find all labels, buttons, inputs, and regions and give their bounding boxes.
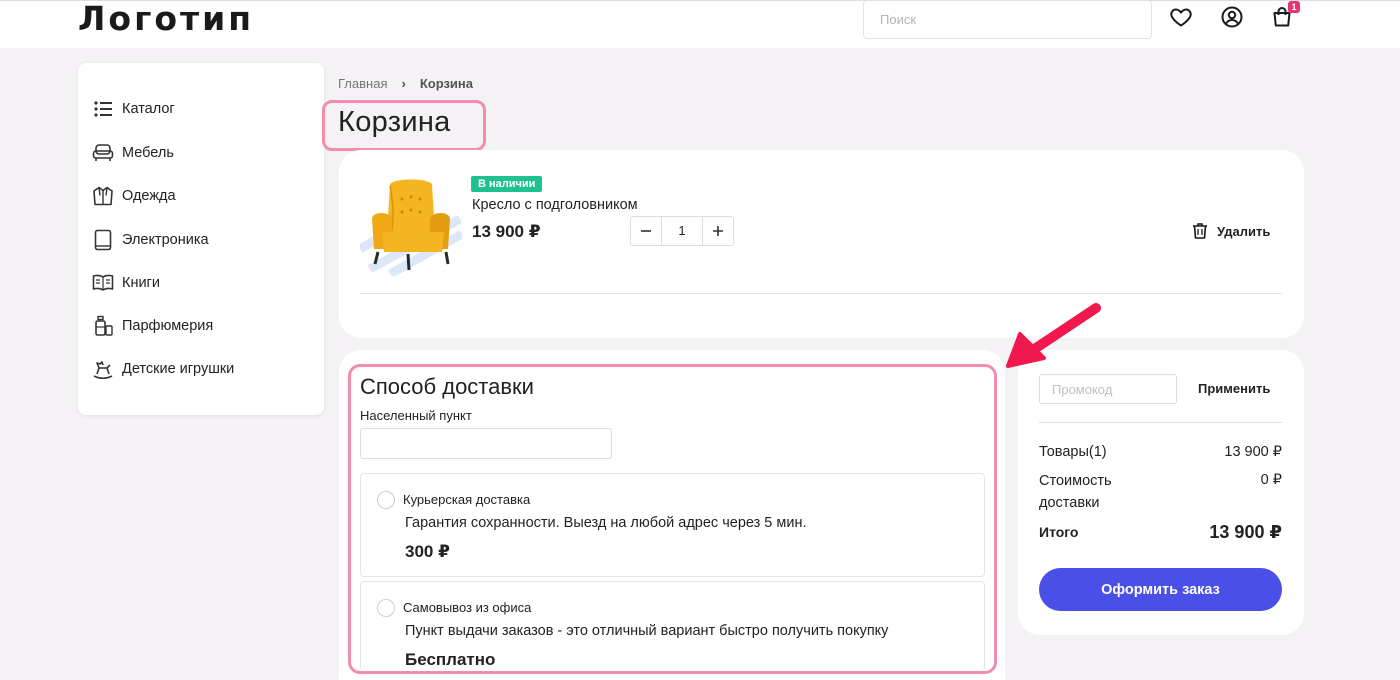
sidebar-item-label: Парфюмерия bbox=[122, 318, 214, 334]
delete-label: Удалить bbox=[1217, 223, 1271, 239]
header: Логотип 1 bbox=[0, 0, 1400, 48]
option-name: Курьерская доставка bbox=[403, 492, 531, 507]
delivery-option-courier[interactable]: Курьерская доставка Гарантия сохранности… bbox=[360, 473, 985, 577]
category-sidebar: Каталог Мебель Одежда Электроника Книги bbox=[78, 63, 324, 415]
delete-item-button[interactable]: Удалить bbox=[1191, 222, 1270, 240]
product-image[interactable] bbox=[360, 174, 462, 276]
sidebar-item-clothing[interactable]: Одежда bbox=[92, 182, 176, 210]
breadcrumb-current: Корзина bbox=[419, 76, 474, 91]
heart-icon[interactable] bbox=[1169, 5, 1193, 29]
sidebar-item-kids-toys[interactable]: Детские игрушки bbox=[92, 355, 234, 383]
sidebar-item-label: Детские игрушки bbox=[122, 361, 235, 377]
page-title: Корзина bbox=[338, 106, 451, 138]
quantity-stepper: 1 bbox=[630, 216, 734, 246]
city-input[interactable] bbox=[360, 428, 612, 459]
order-summary-card: Применить Товары(1) 13 900 ₽ Стоимость д… bbox=[1018, 350, 1304, 635]
product-price: 13 900 ₽ bbox=[472, 222, 541, 241]
rocking-horse-icon bbox=[93, 361, 113, 380]
product-name[interactable]: Кресло с подголовником bbox=[472, 197, 638, 213]
goods-label: Товары(1) bbox=[1039, 444, 1107, 460]
option-price: 300 ₽ bbox=[405, 542, 450, 561]
summary-delivery-row: Стоимость доставки 0 ₽ bbox=[1039, 470, 1282, 514]
summary-goods-row: Товары(1) 13 900 ₽ bbox=[1039, 444, 1282, 460]
cart-item-card: В наличии Кресло с подголовником 13 900 … bbox=[339, 150, 1304, 338]
option-description: Пункт выдачи заказов - это отличный вари… bbox=[405, 623, 889, 639]
option-price: Бесплатно bbox=[405, 650, 496, 669]
decrease-quantity-button[interactable] bbox=[631, 217, 661, 245]
search-input[interactable] bbox=[863, 0, 1152, 39]
place-order-button[interactable]: Оформить заказ bbox=[1039, 568, 1282, 611]
logo[interactable]: Логотип bbox=[78, 0, 254, 38]
trash-icon bbox=[1193, 223, 1207, 239]
book-icon bbox=[92, 274, 114, 291]
sidebar-item-books[interactable]: Книги bbox=[92, 269, 160, 297]
sidebar-item-furniture[interactable]: Мебель bbox=[92, 139, 174, 167]
divider bbox=[360, 293, 1282, 294]
sidebar-item-label: Электроника bbox=[122, 232, 209, 248]
pickup-radio[interactable] bbox=[377, 599, 395, 617]
delivery-option-pickup[interactable]: Самовывоз из офиса Пункт выдачи заказов … bbox=[360, 581, 985, 671]
sidebar-item-label: Мебель bbox=[122, 145, 174, 161]
summary-total-row: Итого 13 900 ₽ bbox=[1039, 522, 1282, 542]
option-name: Самовывоз из офиса bbox=[403, 600, 532, 615]
delivery-cost-value: 0 ₽ bbox=[1260, 472, 1282, 488]
sidebar-item-catalog[interactable]: Каталог bbox=[92, 95, 175, 123]
increase-quantity-button[interactable] bbox=[703, 217, 733, 245]
city-field-label: Населенный пункт bbox=[360, 408, 472, 423]
total-label: Итого bbox=[1039, 524, 1079, 540]
tablet-icon bbox=[94, 229, 112, 251]
user-icon[interactable] bbox=[1220, 5, 1244, 29]
breadcrumb: Главная › Корзина bbox=[338, 76, 473, 91]
cart-count-badge: 1 bbox=[1288, 1, 1300, 13]
promo-code-input[interactable] bbox=[1039, 374, 1177, 404]
quantity-value[interactable]: 1 bbox=[661, 217, 703, 245]
sidebar-item-label: Каталог bbox=[122, 101, 175, 117]
delivery-title: Способ доставки bbox=[360, 374, 534, 399]
option-description: Гарантия сохранности. Выезд на любой адр… bbox=[405, 515, 807, 531]
breadcrumb-home-link[interactable]: Главная bbox=[338, 76, 387, 91]
list-icon bbox=[94, 101, 112, 117]
breadcrumb-separator: › bbox=[401, 76, 406, 91]
divider bbox=[1039, 422, 1282, 423]
sidebar-item-label: Одежда bbox=[122, 188, 176, 204]
goods-value: 13 900 ₽ bbox=[1224, 444, 1282, 460]
minus-icon bbox=[641, 230, 651, 232]
sofa-icon bbox=[92, 144, 114, 161]
in-stock-badge: В наличии bbox=[471, 176, 543, 192]
delivery-cost-label: Стоимость доставки bbox=[1039, 473, 1112, 511]
jacket-icon bbox=[93, 186, 113, 206]
sidebar-item-label: Книги bbox=[122, 275, 160, 291]
perfume-icon bbox=[95, 315, 113, 336]
courier-radio[interactable] bbox=[377, 491, 395, 509]
sidebar-item-perfume[interactable]: Парфюмерия bbox=[92, 312, 213, 340]
annotation-arrow-icon bbox=[1006, 303, 1101, 368]
sidebar-item-electronics[interactable]: Электроника bbox=[92, 226, 209, 254]
plus-icon bbox=[713, 226, 723, 236]
apply-promo-button[interactable]: Применить bbox=[1198, 381, 1270, 396]
total-value: 13 900 ₽ bbox=[1209, 522, 1282, 542]
